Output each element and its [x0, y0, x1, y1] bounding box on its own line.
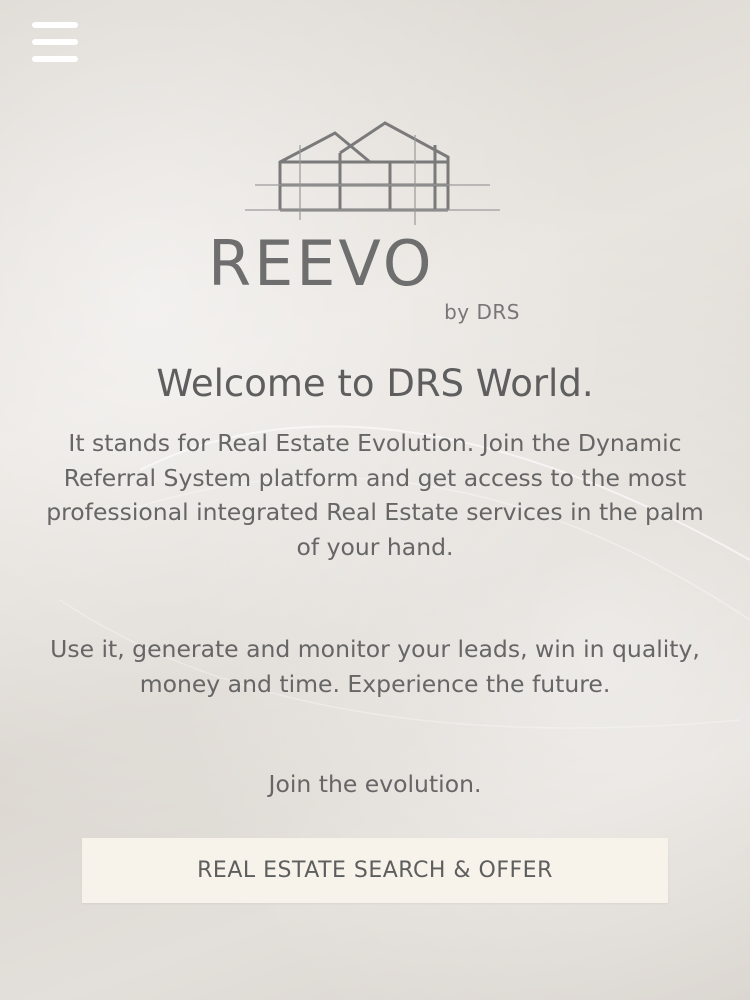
menu-bar-middle: [32, 39, 78, 45]
menu-bar-top: [32, 22, 78, 28]
real-estate-search-offer-button[interactable]: REAL ESTATE SEARCH & OFFER: [82, 838, 668, 903]
benefits-paragraph: Use it, generate and monitor your leads,…: [50, 635, 700, 698]
menu-bar-bottom: [32, 56, 78, 62]
hamburger-menu-icon[interactable]: [32, 22, 80, 62]
intro-paragraph: It stands for Real Estate Evolution. Joi…: [46, 429, 704, 561]
page-title: Welcome to DRS World.: [156, 362, 594, 405]
brand-logo: REEVO by DRS: [200, 115, 540, 330]
brand-name: REEVO: [208, 227, 435, 300]
house-wireframe-logo-icon: [245, 121, 500, 225]
brand-byline: by DRS: [444, 300, 520, 324]
tagline-paragraph: Join the evolution.: [268, 770, 482, 798]
